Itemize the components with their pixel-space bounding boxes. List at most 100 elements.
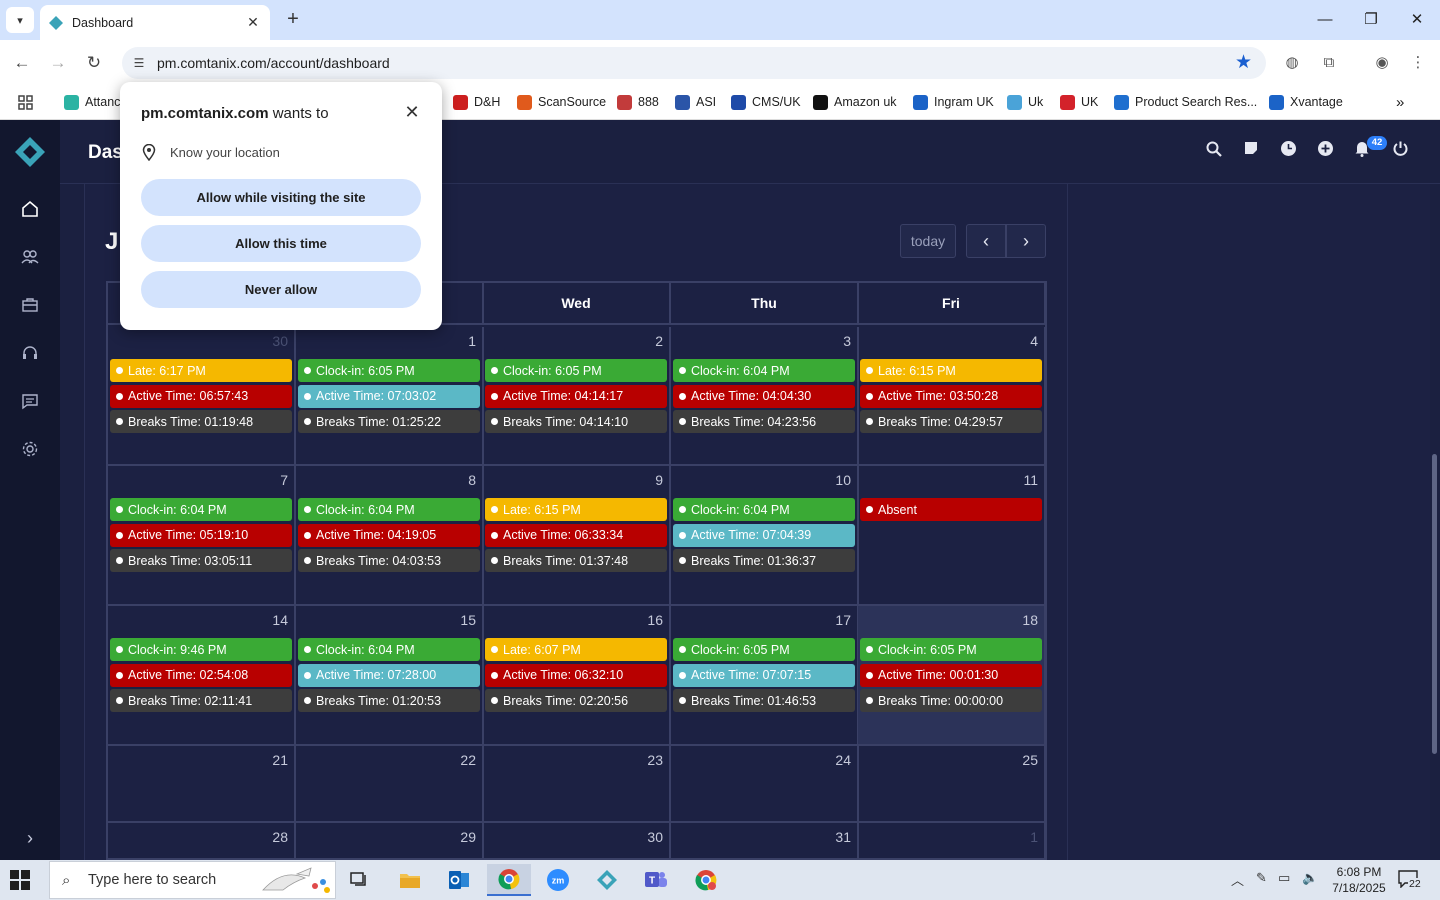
calendar-event-breaks[interactable]: Breaks Time: 01:46:53 [673,689,855,712]
calendar-event-active[interactable]: Active Time: 06:32:10 [485,663,667,687]
calendar-event-active[interactable]: Active Time: 04:19:05 [298,523,480,547]
calendar-event-active[interactable]: Active Time: 06:33:34 [485,523,667,547]
extensions-icon[interactable]: ⧉ [1318,52,1340,74]
calendar-day-cell[interactable]: 15 Clock-in: 6:04 PM Active Time: 07:28:00… [296,606,484,746]
clock-icon[interactable] [1276,140,1300,164]
calendar-day-cell[interactable]: 16 Late: 6:07 PM Active Time: 06:32:10 Brea… [483,606,671,746]
calendar-day-cell[interactable]: 1 Clock-in: 6:05 PM Active Time: 07:03:02 B… [296,327,484,466]
site-settings-icon[interactable]: ☰ [130,54,148,72]
bookmark-item[interactable]: Product Search Res... [1114,93,1257,111]
file-explorer-icon[interactable] [388,864,432,896]
chrome-profile-icon[interactable] [684,864,728,896]
calendar-day-cell[interactable]: 2 Clock-in: 6:05 PM Active Time: 04:14:17 B… [483,327,671,466]
calendar-event-clockin[interactable]: Clock-in: 9:46 PM [110,638,292,661]
calendar-event-clockin[interactable]: Clock-in: 6:05 PM [673,638,855,661]
calendar-event-breaks[interactable]: Breaks Time: 02:20:56 [485,689,667,712]
calendar-event-breaks[interactable]: Breaks Time: 04:14:10 [485,410,667,433]
calendar-event-breaks[interactable]: Breaks Time: 04:29:57 [860,410,1042,433]
calendar-event-clockin[interactable]: Clock-in: 6:05 PM [298,359,480,382]
more-bookmarks-icon[interactable]: » [1396,93,1404,111]
browser-tab-dashboard[interactable]: Dashboard ✕ [40,5,270,40]
calendar-day-cell[interactable]: 14 Clock-in: 9:46 PM Active Time: 02:54:08… [108,606,296,746]
calendar-event-active[interactable]: Active Time: 05:19:10 [110,523,292,547]
prev-month-button[interactable]: ‹ [966,224,1006,258]
taskbar-clock[interactable]: 6:08 PM 7/18/2025 [1330,864,1388,896]
settings-gear-icon[interactable] [0,426,60,472]
bookmark-item[interactable]: D&H [453,93,500,111]
windows-start-icon[interactable] [10,870,30,890]
calendar-event-active[interactable]: Active Time: 00:01:30 [860,663,1042,687]
chrome-icon[interactable] [487,864,531,896]
calendar-event-active[interactable]: Active Time: 04:14:17 [485,384,667,408]
calendar-event-active[interactable]: Active Time: 02:54:08 [110,663,292,687]
chat-icon[interactable] [0,378,60,424]
calendar-event-clockin[interactable]: Clock-in: 6:04 PM [110,498,292,521]
network-icon[interactable]: ▭ [1278,870,1290,886]
calendar-day-cell[interactable]: 1 [858,823,1045,858]
action-center-button[interactable]: 22 [1398,870,1426,892]
next-month-button[interactable]: › [1006,224,1046,258]
calendar-day-cell[interactable]: 29 [296,823,484,858]
bookmark-item[interactable]: ASI [675,93,716,111]
calendar-day-cell[interactable]: 9 Late: 6:15 PM Active Time: 06:33:34 Break… [483,466,671,606]
calendar-day-cell[interactable]: 28 [108,823,296,858]
show-hidden-icons-chevron-icon[interactable]: ︿ [1231,870,1244,889]
calendar-day-cell[interactable]: 17 Clock-in: 6:05 PM Active Time: 07:07:15… [671,606,859,746]
allow-while-visiting-button[interactable]: Allow while visiting the site [141,179,421,216]
pen-tray-icon[interactable]: ✎ [1256,870,1267,886]
calendar-event-clockin[interactable]: Clock-in: 6:04 PM [673,359,855,382]
never-allow-button[interactable]: Never allow [141,271,421,308]
menu-icon[interactable]: ⋮ [1407,52,1429,74]
bookmark-item[interactable]: Xvantage [1269,93,1343,111]
app-logo-icon[interactable] [14,136,46,168]
sidebar-expand-chevron-icon[interactable]: › [20,828,40,848]
calendar-day-cell[interactable]: 8 Clock-in: 6:04 PM Active Time: 04:19:05 B… [296,466,484,606]
calendar-event-active[interactable]: Active Time: 06:57:43 [110,384,292,408]
add-icon[interactable] [1313,140,1337,164]
search-icon[interactable] [1202,140,1226,164]
calendar-day-cell[interactable]: 18 Clock-in: 6:05 PM Active Time: 00:01:30… [858,606,1045,746]
calendar-event-breaks[interactable]: Breaks Time: 04:03:53 [298,549,480,572]
apps-grid-icon[interactable] [18,93,33,111]
headset-icon[interactable] [0,330,60,376]
calendar-day-cell[interactable]: 23 [483,746,671,823]
bookmark-star-icon[interactable]: ★ [1235,51,1252,74]
calendar-day-cell[interactable]: 30 [483,823,671,858]
translate-icon[interactable]: ◍ [1281,52,1303,74]
calendar-event-clockin[interactable]: Clock-in: 6:04 PM [298,498,480,521]
calendar-event-breaks[interactable]: Breaks Time: 01:37:48 [485,549,667,572]
tab-close-icon[interactable]: ✕ [244,14,262,31]
calendar-day-cell[interactable]: 21 [108,746,296,823]
calendar-event-active[interactable]: Active Time: 04:04:30 [673,384,855,408]
power-icon[interactable] [1388,140,1412,164]
calendar-day-cell[interactable]: 30 Late: 6:17 PM Active Time: 06:57:43 Brea… [108,327,296,466]
calendar-day-cell[interactable]: 11 Absent [858,466,1045,606]
bookmark-item[interactable]: Ingram UK [913,93,994,111]
calendar-day-cell[interactable]: 4 Late: 6:15 PM Active Time: 03:50:28 Break… [858,327,1045,466]
back-button[interactable]: ← [9,50,35,76]
notes-icon[interactable] [1239,140,1263,164]
calendar-day-cell[interactable]: 31 [671,823,859,858]
calendar-event-late[interactable]: Late: 6:15 PM [485,498,667,521]
profile-icon[interactable]: ◉ [1371,52,1393,74]
taskbar-search-box[interactable]: ⌕ Type here to search [49,861,336,899]
calendar-event-breaks[interactable]: Breaks Time: 01:25:22 [298,410,480,433]
address-bar[interactable]: ☰ pm.comtanix.com/account/dashboard ★ [122,47,1266,79]
calendar-event-late[interactable]: Late: 6:15 PM [860,359,1042,382]
calendar-event-breaks[interactable]: Breaks Time: 04:23:56 [673,410,855,433]
bookmark-item[interactable]: 888 [617,93,659,111]
calendar-day-cell[interactable]: 10 Clock-in: 6:04 PM Active Time: 07:04:39… [671,466,859,606]
calendar-event-absent[interactable]: Absent [860,498,1042,521]
calendar-day-cell[interactable]: 24 [671,746,859,823]
maximize-button[interactable]: ❐ [1348,6,1394,34]
calendar-day-cell[interactable]: 3 Clock-in: 6:04 PM Active Time: 04:04:30 B… [671,327,859,466]
teams-icon[interactable]: T [634,864,678,896]
calendar-event-breaks[interactable]: Breaks Time: 02:11:41 [110,689,292,712]
calendar-event-activegood[interactable]: Active Time: 07:03:02 [298,384,480,408]
calendar-event-late[interactable]: Late: 6:07 PM [485,638,667,661]
bookmark-item[interactable]: CMS/UK [731,93,801,111]
calendar-event-late[interactable]: Late: 6:17 PM [110,359,292,382]
bookmark-item[interactable]: UK [1060,93,1098,111]
calendar-event-breaks[interactable]: Breaks Time: 03:05:11 [110,549,292,572]
tab-search-button[interactable]: ▾ [6,7,34,33]
